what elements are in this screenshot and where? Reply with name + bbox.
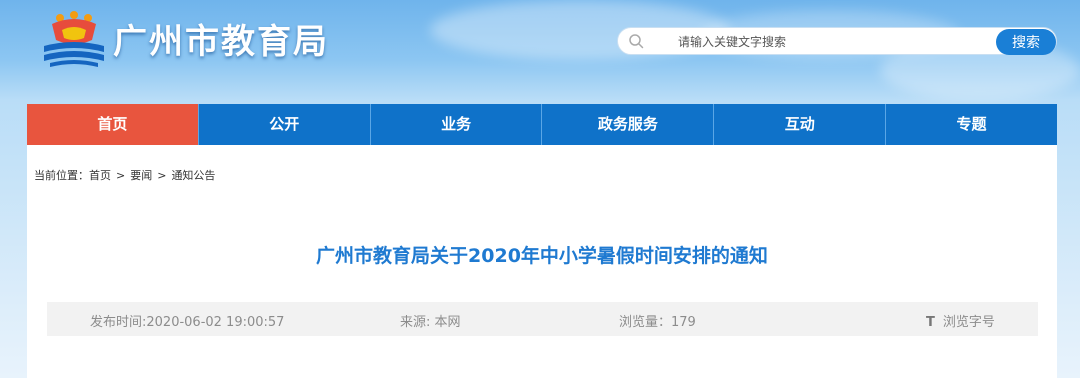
publish-time: 发布时间:2020-06-02 19:00:57 [90, 315, 285, 330]
article-meta-bar: 发布时间:2020-06-02 19:00:57 来源: 本网 浏览量：179 … [47, 302, 1038, 336]
article-title: 广州市教育局关于2020年中小学暑假时间安排的通知 [316, 245, 768, 267]
view-count: 浏览量：179 [619, 315, 696, 330]
site-title[interactable]: 广州市教育局 [113, 14, 329, 63]
search-input[interactable] [678, 31, 978, 53]
search-box: 搜索 [617, 27, 1057, 55]
breadcrumb-item-news[interactable]: 要闻 [130, 169, 152, 182]
nav-item-topics[interactable]: 专题 [885, 104, 1057, 145]
search-icon [629, 34, 644, 49]
font-size-toggle[interactable]: T 浏览字号 [926, 311, 995, 330]
main-nav: 首页 公开 业务 政务服务 互动 专题 [27, 104, 1057, 145]
nav-item-home[interactable]: 首页 [27, 104, 198, 145]
article-source: 来源: 本网 [400, 315, 461, 330]
education-bureau-logo-icon[interactable] [40, 10, 108, 68]
breadcrumb-item-notices[interactable]: 通知公告 [171, 169, 215, 182]
breadcrumb-separator: > [157, 169, 167, 182]
breadcrumb-prefix: 当前位置： [34, 169, 89, 182]
search-button[interactable]: 搜索 [996, 29, 1056, 55]
site-header: 广州市教育局 搜索 [0, 0, 1080, 100]
breadcrumb-item-home[interactable]: 首页 [89, 169, 111, 182]
breadcrumb: 当前位置：首页 > 要闻 > 通知公告 [34, 167, 215, 183]
nav-item-business[interactable]: 业务 [369, 104, 542, 145]
font-size-label: 浏览字号 [942, 315, 995, 330]
font-size-icon: T [926, 315, 935, 330]
nav-item-interaction[interactable]: 互动 [713, 104, 885, 145]
nav-item-public[interactable]: 公开 [197, 104, 370, 145]
breadcrumb-separator: > [116, 169, 126, 182]
main-content: 当前位置：首页 > 要闻 > 通知公告 广州市教育局关于2020年中小学暑假时间安排的通… [27, 145, 1057, 378]
nav-item-gov-services[interactable]: 政务服务 [541, 104, 713, 145]
